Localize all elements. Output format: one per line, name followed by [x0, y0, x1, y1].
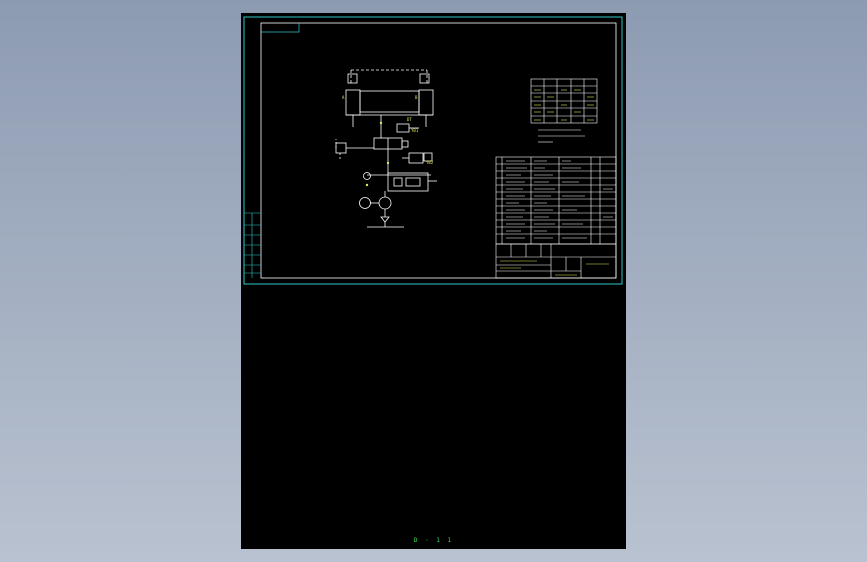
page-indicator-text: D · 1 1	[413, 537, 454, 544]
label-yb2: YB2	[426, 160, 434, 165]
parts-list-text	[506, 160, 613, 239]
technical-notes	[538, 129, 585, 143]
label-dt: DT	[407, 117, 412, 122]
page-indicator: D · 1 1	[241, 537, 626, 544]
left-index-strip	[244, 212, 261, 278]
label-b: B	[415, 95, 418, 100]
drawing-sheet[interactable]: A B YB1 YB2 DT D · 1 1	[241, 13, 626, 549]
cad-drawing[interactable]: A B YB1 YB2 DT	[241, 13, 626, 549]
label-a: A	[342, 95, 345, 100]
hydraulic-schematic	[335, 69, 437, 228]
title-block-text	[500, 260, 609, 276]
parameter-table	[530, 78, 598, 124]
parameter-table-marks	[534, 89, 594, 121]
label-yb1: YB1	[411, 128, 419, 133]
